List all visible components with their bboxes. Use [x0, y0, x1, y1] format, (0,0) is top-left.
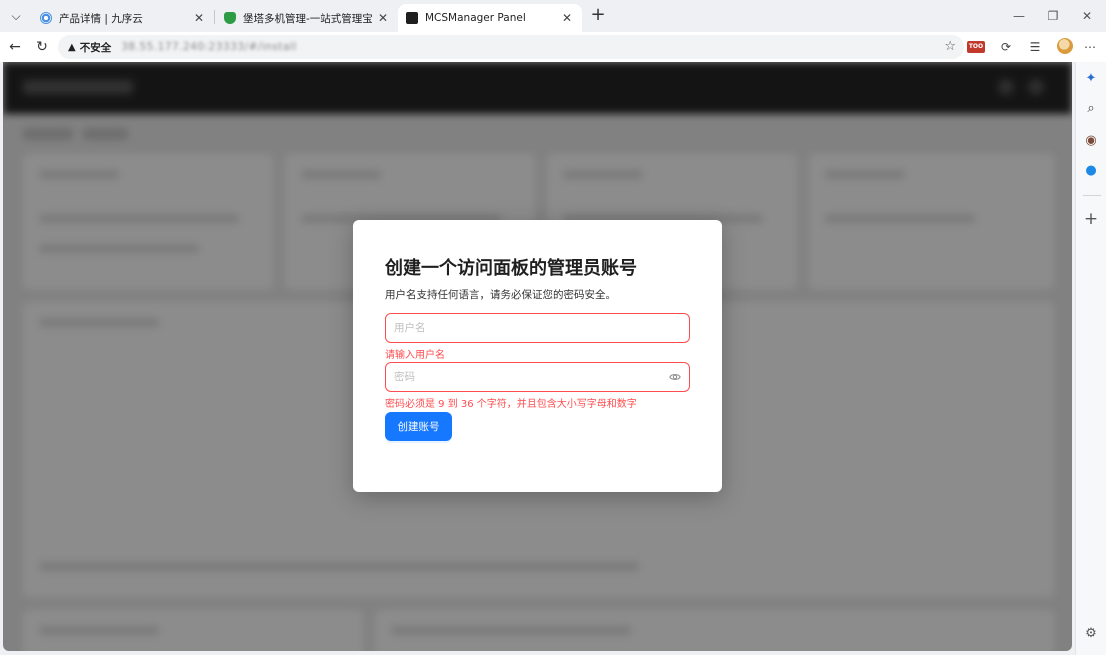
more-options-icon[interactable]: ⋯ — [1081, 39, 1099, 55]
warning-triangle-icon: ▲ — [68, 41, 76, 53]
username-error: 请输入用户名 — [385, 350, 445, 361]
back-arrow-icon[interactable]: ← — [5, 37, 25, 57]
close-tab-icon[interactable]: ✕ — [376, 11, 390, 25]
username-input[interactable] — [394, 314, 664, 342]
restore-icon[interactable]: ❐ — [1038, 6, 1068, 26]
browser-toolbar: ← ↻ ▲ 不安全 38.55.177.240:23333/#/install … — [0, 32, 1106, 62]
shield-icon — [224, 12, 236, 24]
password-error: 密码必须是 9 到 36 个字符，并且包含大小写字母和数字 — [385, 399, 637, 410]
close-tab-icon[interactable]: ✕ — [192, 11, 206, 25]
url-text: 38.55.177.240:23333/#/install — [121, 41, 297, 53]
address-bar[interactable]: ▲ 不安全 38.55.177.240:23333/#/install ☆ — [58, 35, 964, 59]
new-tab-button[interactable]: + — [588, 6, 608, 26]
sidebar-divider — [1083, 195, 1101, 196]
close-window-icon[interactable]: ✕ — [1072, 6, 1102, 26]
eye-icon[interactable] — [669, 371, 681, 383]
cloud-icon — [40, 12, 52, 24]
tab-divider — [214, 10, 215, 24]
add-icon[interactable]: + — [1082, 210, 1100, 228]
username-field[interactable] — [385, 313, 690, 343]
modal-title: 创建一个访问面板的管理员账号 — [385, 258, 637, 279]
reload-icon[interactable]: ↻ — [32, 37, 52, 57]
create-admin-modal: 创建一个访问面板的管理员账号 用户名支持任何语言，请务必保证您的密码安全。 请输… — [353, 220, 722, 492]
tab-product-details[interactable]: 产品详情 | 九序云 ✕ — [32, 4, 214, 32]
favorite-star-icon[interactable]: ☆ — [944, 39, 956, 54]
terminal-icon — [406, 12, 418, 24]
security-label: 不安全 — [79, 41, 112, 54]
password-field[interactable] — [385, 362, 690, 392]
search-icon[interactable]: ⌕ — [1082, 100, 1100, 118]
tab-strip: ⌵ 产品详情 | 九序云 ✕ 堡塔多机管理-一站式管理宝塔面板 ✕ MCSMan… — [0, 0, 1106, 32]
tab-title: 堡塔多机管理-一站式管理宝塔面板 — [243, 12, 372, 25]
tab-list-chevron-icon[interactable]: ⌵ — [6, 7, 26, 25]
password-input[interactable] — [394, 363, 664, 391]
tab-title: 产品详情 | 九序云 — [59, 12, 143, 25]
create-account-button[interactable]: 创建账号 — [385, 412, 452, 441]
extension-badge-icon[interactable]: TOO — [967, 41, 985, 53]
extensions-puzzle-icon[interactable]: ⟳ — [997, 39, 1015, 55]
profile-avatar[interactable] — [1057, 38, 1073, 54]
persona-icon[interactable]: ◉ — [1082, 132, 1100, 150]
favorites-list-icon[interactable]: ☰ — [1026, 39, 1044, 55]
tab-mcsmanager[interactable]: MCSManager Panel ✕ — [398, 4, 582, 32]
close-tab-icon[interactable]: ✕ — [560, 11, 574, 25]
shopping-icon[interactable]: ● — [1082, 162, 1100, 180]
modal-subtitle: 用户名支持任何语言，请务必保证您的密码安全。 — [385, 289, 616, 301]
tab-title: MCSManager Panel — [425, 12, 526, 24]
tab-bt-panel[interactable]: 堡塔多机管理-一站式管理宝塔面板 ✕ — [216, 4, 398, 32]
settings-gear-icon[interactable]: ⚙ — [1082, 625, 1100, 643]
minimize-icon[interactable]: — — [1004, 6, 1034, 26]
copilot-icon[interactable]: ✦ — [1082, 70, 1100, 88]
page-viewport: 创建一个访问面板的管理员账号 用户名支持任何语言，请务必保证您的密码安全。 请输… — [3, 62, 1072, 651]
browser-sidebar: ✦ ⌕ ◉ ● + ⚙ — [1075, 62, 1106, 655]
